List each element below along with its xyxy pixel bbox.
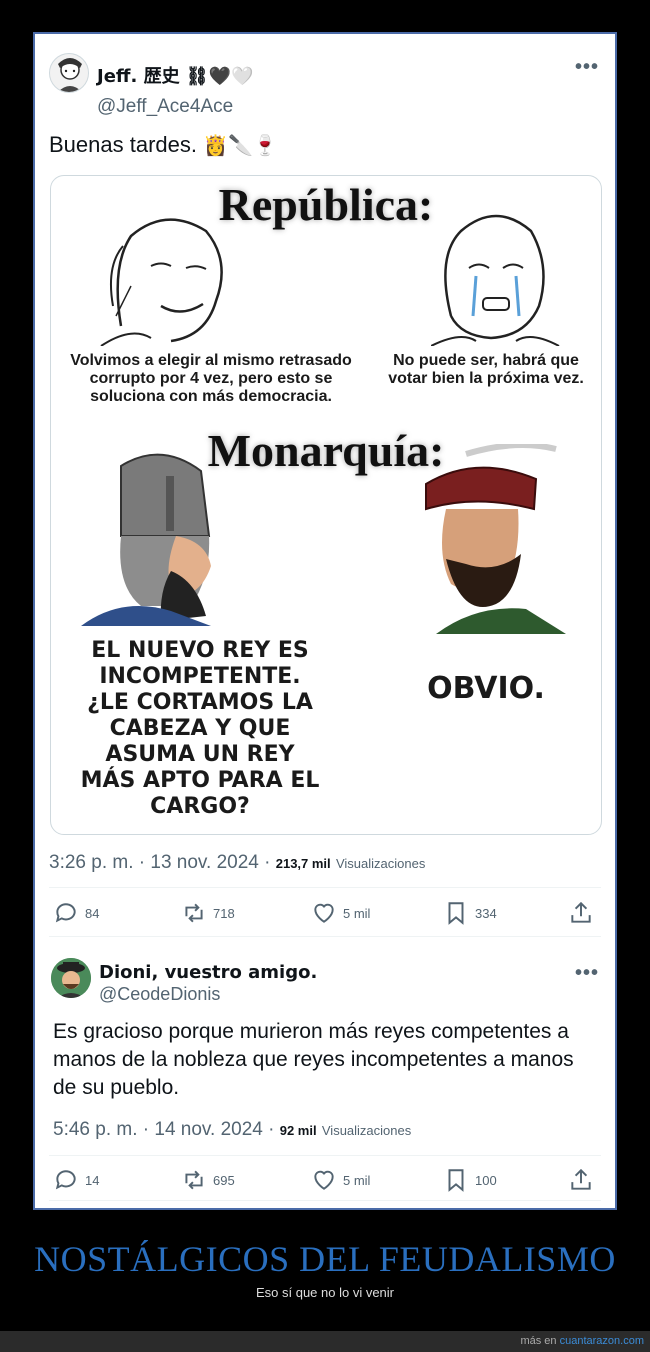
display-name[interactable]: Jeff. 歴史 ⛓🖤🤍 — [97, 62, 254, 88]
tweet-views-count: 213,7 mil — [275, 856, 331, 871]
tweet-header: Jeff. 歴史 ⛓🖤🤍 @Jeff_Ace4Ace ••• — [49, 50, 601, 120]
reply-display-name[interactable]: Dioni, vuestro amigo. — [99, 962, 317, 983]
reply-count: 84 — [85, 905, 100, 921]
post-subtitle: Eso sí que no lo vi venir — [255, 1285, 395, 1300]
tweet-text: Buenas tardes. — [49, 132, 197, 157]
tweet-text-block: Buenas tardes. 👸🔪🍷 — [49, 132, 278, 158]
repost-icon — [185, 1170, 203, 1190]
like-button[interactable]: 5 mil — [311, 1165, 370, 1195]
divider — [49, 1200, 601, 1201]
bookmark-icon — [448, 1169, 464, 1192]
heart-icon — [314, 903, 334, 923]
caption-republica-right: No puede ser, habrá que votar bien la pr… — [388, 352, 584, 387]
tweet-emojis: 👸🔪🍷 — [203, 133, 278, 157]
reply-avatar[interactable] — [51, 958, 91, 998]
reply-timestamp[interactable]: 5:46 p. m. · 14 nov. 2024 · 92 mil Visua… — [53, 1119, 411, 1141]
tweet-views-label: Visualizaciones — [335, 856, 426, 871]
crying-wojak-figure — [431, 214, 560, 346]
share-icon — [571, 901, 591, 923]
reply-count: 14 — [85, 1172, 100, 1188]
divider — [49, 936, 601, 937]
smiling-wojak-figure — [100, 218, 223, 346]
footer-prefix: más en — [520, 1335, 557, 1347]
repost-button[interactable]: 718 — [181, 898, 235, 928]
bookmark-count: 334 — [475, 905, 497, 921]
knight-figure — [81, 453, 211, 626]
repost-button[interactable]: 695 — [181, 1165, 235, 1195]
share-icon — [571, 1168, 591, 1190]
share-button[interactable] — [568, 898, 594, 928]
caption-republica-left: Volvimos a elegir al mismo retrasado cor… — [70, 352, 352, 405]
caption-knight: EL NUEVO REY ES INCOMPETENTE. ¿LE CORTAM… — [80, 638, 320, 819]
like-count: 5 mil — [343, 905, 371, 921]
bookmark-count: 100 — [475, 1172, 497, 1188]
post-title: NOSTÁLGICOS DEL FEUDALISMO — [34, 1239, 616, 1279]
tweet-image[interactable]: República: Volvimos a elegir al mismo re… — [50, 175, 602, 835]
repost-count: 695 — [213, 1172, 235, 1188]
repost-icon — [185, 903, 203, 923]
reply-button[interactable]: 14 — [53, 1165, 99, 1195]
divider — [49, 1155, 601, 1156]
reply-button[interactable]: 84 — [53, 898, 99, 928]
like-count: 5 mil — [343, 1172, 371, 1188]
more-options-icon[interactable]: ••• — [575, 56, 599, 79]
tweet-card: Jeff. 歴史 ⛓🖤🤍 @Jeff_Ace4Ace ••• Buenas ta… — [33, 32, 617, 1210]
avatar[interactable] — [49, 53, 89, 93]
bookmark-button[interactable]: 334 — [443, 898, 497, 928]
reply-time[interactable]: 5:46 p. m. · 14 nov. 2024 · — [53, 1119, 274, 1140]
footer-text: más en cuantarazon.com — [520, 1335, 644, 1347]
more-options-icon[interactable]: ••• — [575, 962, 599, 985]
reply-user-handle[interactable]: @CeodeDionis — [99, 984, 220, 1005]
reply-icon — [55, 1170, 76, 1190]
heart-icon — [314, 1170, 334, 1190]
user-handle[interactable]: @Jeff_Ace4Ace — [97, 96, 233, 118]
noble-figure — [425, 444, 566, 634]
tweet-timestamp[interactable]: 3:26 p. m. · 13 nov. 2024 · 213,7 mil Vi… — [49, 852, 425, 874]
repost-count: 718 — [213, 905, 235, 921]
reply-text: Es gracioso porque murieron más reyes co… — [53, 1020, 574, 1099]
divider — [49, 887, 601, 888]
bookmark-button[interactable]: 100 — [443, 1165, 497, 1195]
footer-bar: más en cuantarazon.com — [0, 1331, 650, 1352]
share-button[interactable] — [568, 1165, 594, 1195]
tweet-time[interactable]: 3:26 p. m. · 13 nov. 2024 · — [49, 852, 270, 873]
bookmark-icon — [448, 902, 464, 925]
like-button[interactable]: 5 mil — [311, 898, 370, 928]
reply-views-label: Visualizaciones — [321, 1123, 412, 1138]
reply-header: Dioni, vuestro amigo. @CeodeDionis ••• — [51, 958, 601, 1008]
reply-actions: 14 695 5 mil 100 — [53, 1165, 597, 1195]
caption-noble: OBVIO. — [427, 671, 545, 706]
reply-icon — [55, 903, 76, 923]
tweet-actions: 84 718 5 mil 334 — [53, 898, 597, 928]
reply-views-count: 92 mil — [279, 1123, 317, 1138]
footer-site-link[interactable]: cuantarazon.com — [560, 1335, 644, 1347]
